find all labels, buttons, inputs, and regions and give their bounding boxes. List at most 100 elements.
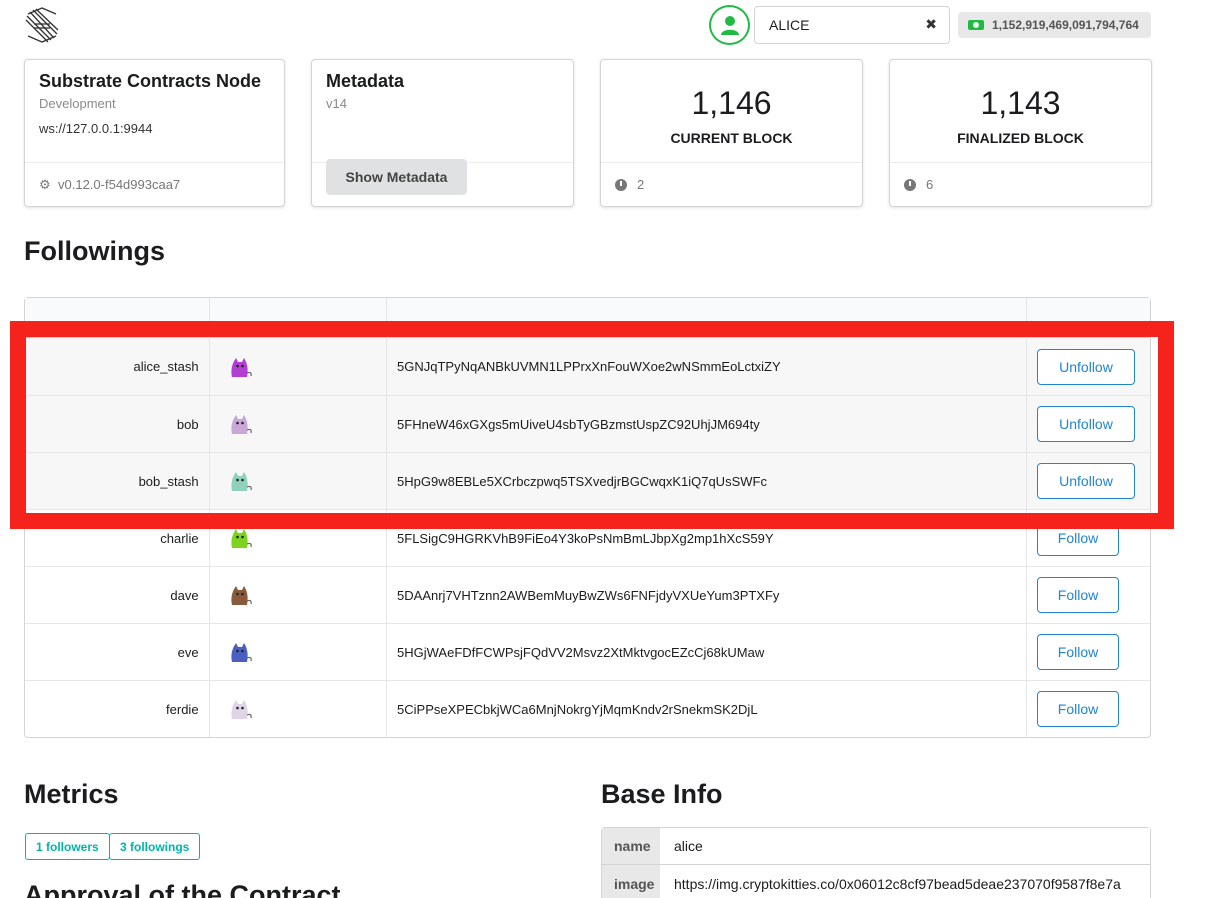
row-action-cell: Follow xyxy=(1026,509,1150,566)
row-image-cell xyxy=(208,509,387,566)
balance-value: 1,152,919,469,091,794,764 xyxy=(992,18,1139,32)
finalized-block-card: 1,143 FINALIZED BLOCK 6 xyxy=(889,59,1152,207)
row-name: eve xyxy=(25,623,209,680)
column-header-name: Name xyxy=(25,298,209,338)
row-address: 5GNJqTPyNqANBkUVMN1LPPrxXnFouWXoe2wNSmmE… xyxy=(386,338,1026,395)
row-action-cell: Follow xyxy=(1026,566,1150,623)
current-block-card: 1,146 CURRENT BLOCK 2 xyxy=(600,59,863,207)
row-name: alice_stash xyxy=(25,338,209,395)
finalized-block-label: FINALIZED BLOCK xyxy=(957,130,1084,146)
clear-account-icon[interactable]: ✖ xyxy=(925,16,937,33)
finalized-block-timer-row: 6 xyxy=(890,162,1151,206)
follow-toggle-button[interactable]: Follow xyxy=(1037,520,1119,556)
metrics-heading: Metrics xyxy=(24,779,119,809)
base-info-name-row: name alice xyxy=(602,828,1150,865)
cryptokitty-avatar-icon xyxy=(231,529,252,548)
row-name: bob_stash xyxy=(25,452,209,509)
row-image-cell xyxy=(208,680,387,737)
row-image-cell xyxy=(208,566,387,623)
column-header-address: Address xyxy=(386,298,1026,338)
follow-toggle-button[interactable]: Follow xyxy=(1037,691,1119,727)
follow-toggle-button[interactable]: Follow xyxy=(1037,634,1119,670)
follow-toggle-button[interactable]: Unfollow xyxy=(1037,348,1135,385)
image-key: image xyxy=(602,865,660,898)
row-image-cell xyxy=(208,395,387,452)
name-key: name xyxy=(602,828,660,864)
base-info-table: name alice image https://img.cryptokitti… xyxy=(601,827,1151,898)
row-image-cell xyxy=(208,452,387,509)
follow-toggle-button[interactable]: Unfollow xyxy=(1037,406,1135,442)
column-header-action: Action xyxy=(1026,298,1150,338)
clock-icon xyxy=(615,178,627,191)
node-version: v0.12.0-f54d993caa7 xyxy=(58,177,181,192)
cryptokitty-avatar-icon xyxy=(231,586,252,605)
current-block-label: CURRENT BLOCK xyxy=(670,130,793,146)
account-name: ALICE xyxy=(769,17,810,33)
node-version-row: ⚙ v0.12.0-f54d993caa7 xyxy=(25,162,284,206)
table-row: alice_stash 5GNJqTPyNqANBkUVMN1LPPrxXnFo… xyxy=(25,338,1150,395)
table-row: eve 5HGjWAeFDfFCWPsjFQdVV2Msvz2XtMktvgoc… xyxy=(25,623,1150,680)
cryptokitty-avatar-icon xyxy=(231,357,252,377)
row-name: bob xyxy=(25,395,209,452)
node-endpoint: ws://127.0.0.1:9944 xyxy=(39,121,153,136)
account-selector[interactable]: ALICE ✖ xyxy=(754,6,950,44)
row-action-cell: Follow xyxy=(1026,623,1150,680)
money-icon xyxy=(968,20,984,30)
user-icon xyxy=(720,16,739,35)
followings-heading: Followings xyxy=(24,236,165,266)
show-metadata-button[interactable]: Show Metadata xyxy=(326,159,467,195)
row-action-cell: Unfollow xyxy=(1026,338,1150,395)
node-chain-type: Development xyxy=(39,96,116,111)
app-logo-icon xyxy=(25,7,59,43)
table-row: bob 5FHneW46xGXgs5mUiveU4sbTyGBzmstUspZC… xyxy=(25,395,1150,452)
cryptokitty-avatar-icon xyxy=(231,472,252,491)
row-image-cell xyxy=(208,623,387,680)
current-block-number: 1,146 xyxy=(691,85,772,121)
cryptokitty-avatar-icon xyxy=(231,643,252,662)
metadata-card: Metadata v14 Show Metadata xyxy=(311,59,574,207)
account-avatar-icon[interactable] xyxy=(709,5,750,45)
followings-count-tag[interactable]: 3 followings xyxy=(109,833,201,860)
table-row: dave 5DAAnrj7VHTznn2AWBemMuyBwZWs6FNFjdy… xyxy=(25,566,1150,623)
base-info-heading: Base Info xyxy=(601,779,723,809)
finalized-block-timer: 6 xyxy=(926,177,934,192)
table-header-row: Name Image Address Action xyxy=(25,298,1150,338)
base-info-image-row: image https://img.cryptokitties.co/0x060… xyxy=(602,865,1150,898)
row-action-cell: Follow xyxy=(1026,680,1150,737)
row-name: charlie xyxy=(25,509,209,566)
row-action-cell: Unfollow xyxy=(1026,395,1150,452)
cryptokitty-avatar-icon xyxy=(231,700,252,719)
row-address: 5HGjWAeFDfFCWPsjFQdVV2Msvz2XtMktvgocEZcC… xyxy=(386,623,1026,680)
column-header-image: Image xyxy=(208,298,387,338)
approval-heading: Approval of the Contract xyxy=(24,880,341,898)
node-name: Substrate Contracts Node xyxy=(39,71,262,91)
row-address: 5DAAnrj7VHTznn2AWBemMuyBwZWs6FNFjdyVXUeY… xyxy=(386,566,1026,623)
row-address: 5FHneW46xGXgs5mUiveU4sbTyGBzmstUspZC92Uh… xyxy=(386,395,1026,452)
cryptokitty-avatar-icon xyxy=(231,415,252,434)
name-value: alice xyxy=(660,828,1150,864)
current-block-timer-row: 2 xyxy=(601,162,862,206)
followers-count-tag[interactable]: 1 followers xyxy=(25,833,110,860)
finalized-block-number: 1,143 xyxy=(980,85,1061,121)
metadata-title: Metadata xyxy=(326,71,405,91)
image-url-value: https://img.cryptokitties.co/0x06012c8cf… xyxy=(660,865,1150,898)
gear-icon: ⚙ xyxy=(39,177,51,192)
row-address: 5CiPPseXPECbkjWCa6MnjNokrgYjMqmKndv2rSne… xyxy=(386,680,1026,737)
row-name: dave xyxy=(25,566,209,623)
table-row: bob_stash 5HpG9w8EBLe5XCrbczpwq5TSXvedjr… xyxy=(25,452,1150,509)
row-address: 5HpG9w8EBLe5XCrbczpwq5TSXvedjrBGCwqxK1iQ… xyxy=(386,452,1026,509)
metadata-version: v14 xyxy=(326,96,347,111)
followings-table: Name Image Address Action alice_stash 5G… xyxy=(24,297,1151,738)
follow-toggle-button[interactable]: Follow xyxy=(1037,577,1119,613)
node-info-card: Substrate Contracts Node Development ws:… xyxy=(24,59,285,207)
row-image-cell xyxy=(208,338,387,395)
clock-icon xyxy=(904,178,916,191)
table-row: charlie 5FLSigC9HGRKVhB9FiEo4Y3koPsNmBmL… xyxy=(25,509,1150,566)
row-action-cell: Unfollow xyxy=(1026,452,1150,509)
follow-toggle-button[interactable]: Unfollow xyxy=(1037,463,1135,499)
current-block-timer: 2 xyxy=(637,177,645,192)
row-address: 5FLSigC9HGRKVhB9FiEo4Y3koPsNmBmLJbpXg2mp… xyxy=(386,509,1026,566)
balance-label: 1,152,919,469,091,794,764 xyxy=(958,12,1151,38)
row-name: ferdie xyxy=(25,680,209,737)
table-row: ferdie 5CiPPseXPECbkjWCa6MnjNokrgYjMqmKn… xyxy=(25,680,1150,737)
